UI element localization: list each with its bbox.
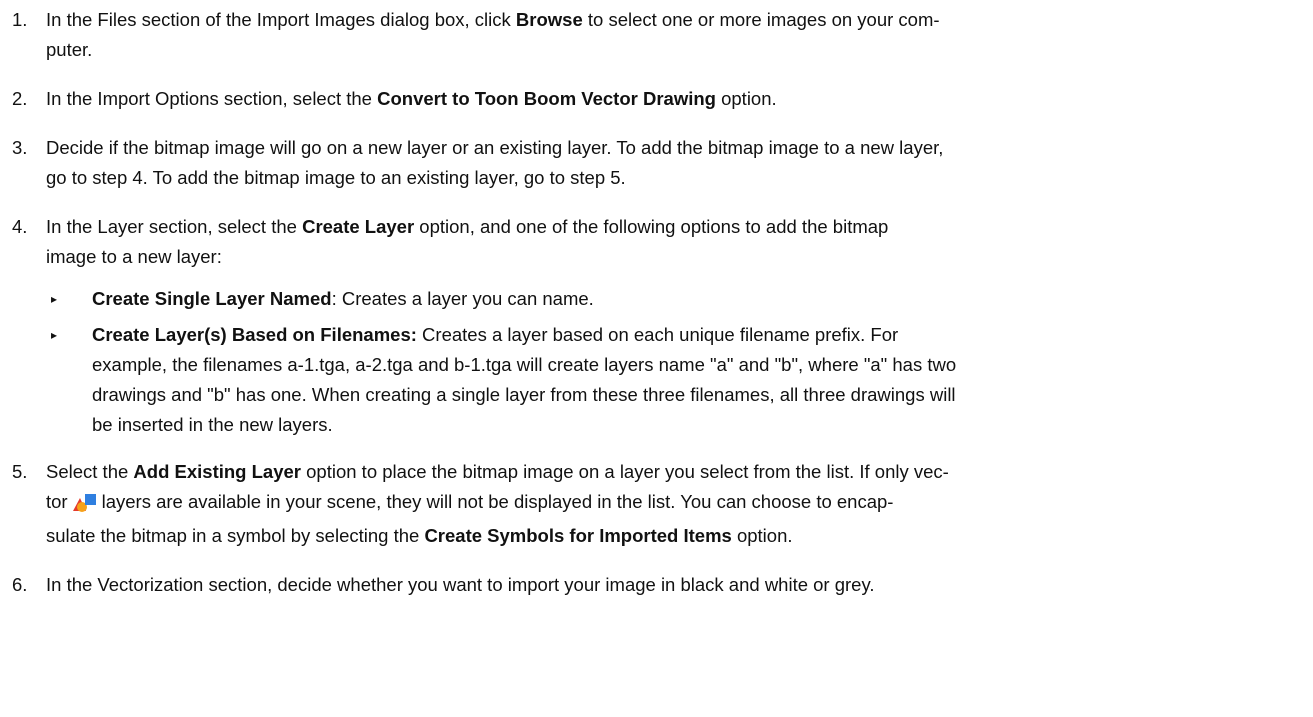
bullet-term: Create Layer(s) Based on Filenames: [92,324,417,345]
vector-layer-icon [72,491,98,521]
step-1: 1. In the Files section of the Import Im… [0,5,1313,65]
step-2: 2. In the Import Options section, select… [0,84,1313,114]
convert-option-term: Convert to Toon Boom Vector Drawing [377,88,716,109]
step-text-line2b: layers are available in your scene, they… [101,491,894,512]
step-text: Select the Add Existing Layer option to … [46,457,1283,551]
step-number: 1. [12,9,28,30]
bullet-text: Creates a layer based on each unique fil… [416,324,899,345]
step-text-pre: In the Import Options section, select th… [46,88,378,109]
step-text-cont: puter. [46,39,93,60]
bullet-text: : Creates a layer you can name. [331,288,594,309]
step-text-post: option to place the bitmap image on a la… [301,461,949,482]
bullet-single-layer: ▸ Create Single Layer Named: Creates a l… [46,284,1283,314]
bullet-text-line4: be inserted in the new layers. [92,414,333,435]
bullet-arrow-icon: ▸ [51,292,58,306]
step-text: In the Layer section, select the Create … [46,212,1283,272]
add-existing-layer-term: Add Existing Layer [133,461,301,482]
step-number: 6. [12,574,28,595]
browse-term: Browse [515,9,583,30]
step-text-post: option. [715,88,777,109]
bullet-arrow-icon: ▸ [51,328,58,342]
layer-options-list: ▸ Create Single Layer Named: Creates a l… [46,284,1283,440]
procedure-steps: 1. In the Files section of the Import Im… [0,0,1313,600]
step-text-pre: Select the [46,461,134,482]
step-text-line3a: sulate the bitmap in a symbol by selecti… [46,525,425,546]
step-text-post: to select one or more images on your com… [582,9,940,30]
step-text-line2: go to step 4. To add the bitmap image to… [46,167,626,188]
step-6: 6. In the Vectorization section, decide … [0,570,1313,600]
step-text: In the Vectorization section, decide whe… [46,574,875,595]
bullet-text-line2: example, the filenames a-1.tga, a-2.tga … [92,354,957,375]
bullet-text-line3: drawings and "b" has one. When creating … [92,384,956,405]
step-text-post: option, and one of the following options… [414,216,889,237]
step-text-pre: In the Layer section, select the [46,216,303,237]
create-layer-term: Create Layer [302,216,415,237]
step-number: 4. [12,216,28,237]
step-text-line1: Decide if the bitmap image will go on a … [46,137,944,158]
bullet-term: Create Single Layer Named [92,288,332,309]
step-text-line3b: option. [731,525,793,546]
step-text: In the Files section of the Import Image… [46,5,1283,65]
step-number: 2. [12,88,28,109]
step-text-cont: image to a new layer: [46,246,222,267]
step-5: 5. Select the Add Existing Layer option … [0,457,1313,551]
step-text: In the Import Options section, select th… [46,84,1283,114]
step-number: 3. [12,137,28,158]
step-3: 3. Decide if the bitmap image will go on… [0,133,1313,193]
step-text: Decide if the bitmap image will go on a … [46,133,1283,193]
step-number: 5. [12,461,28,482]
step-text-pre: In the Files section of the Import Image… [46,9,516,30]
create-symbols-term: Create Symbols for Imported Items [424,525,732,546]
step-text-line2a: tor [46,491,68,512]
bullet-filenames-layer: ▸ Create Layer(s) Based on Filenames: Cr… [46,320,1283,440]
document-page: 1. In the Files section of the Import Im… [0,0,1313,717]
step-4: 4. In the Layer section, select the Crea… [0,212,1313,440]
